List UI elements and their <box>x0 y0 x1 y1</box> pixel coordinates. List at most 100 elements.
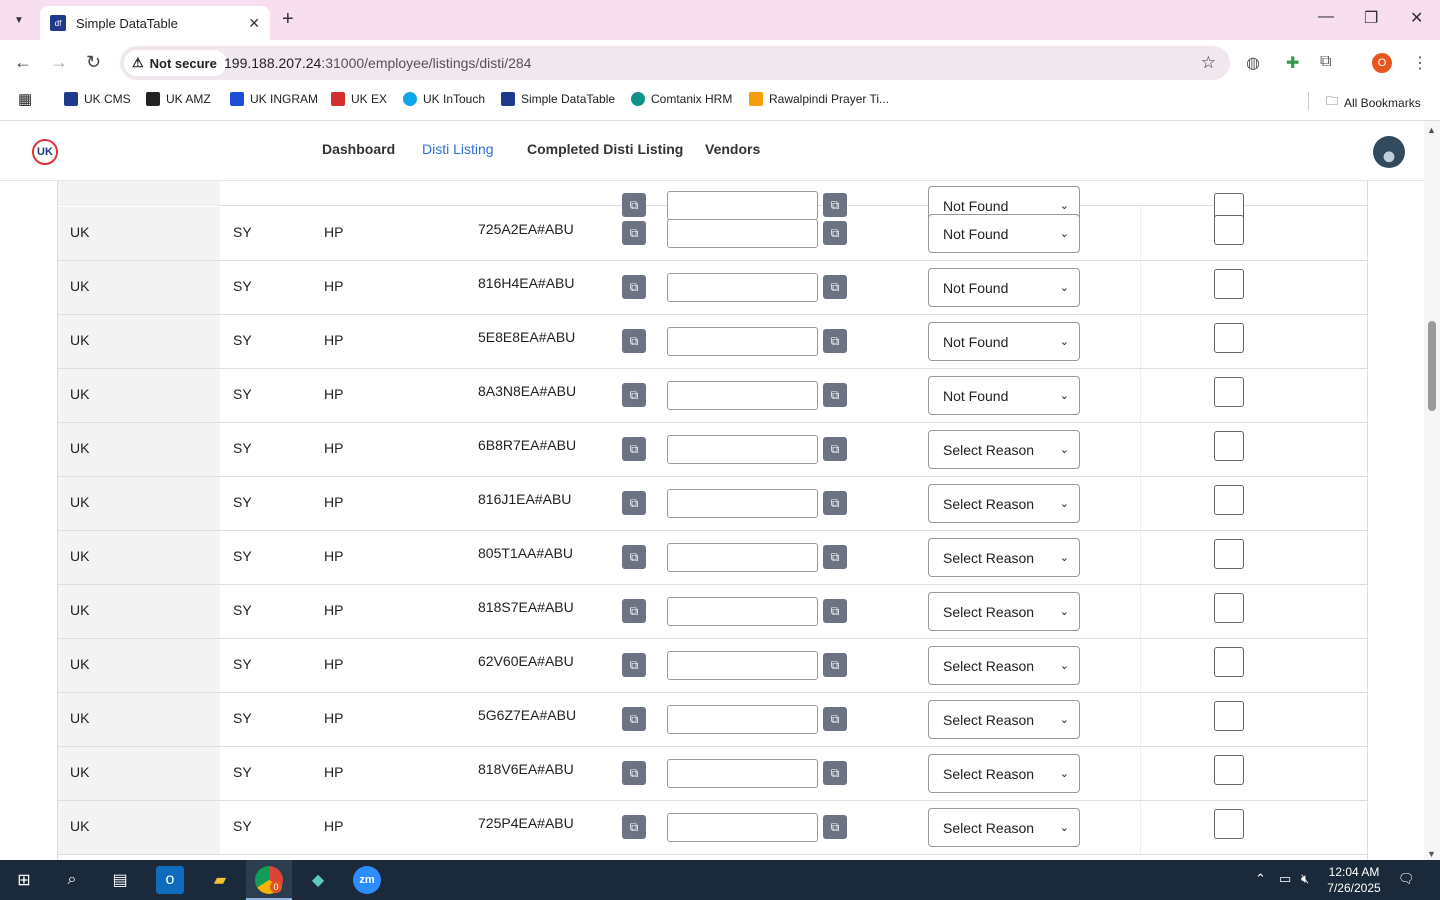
nav-completed-disti-listing[interactable]: Completed Disti Listing <box>527 141 683 157</box>
row-checkbox[interactable] <box>1214 215 1244 245</box>
url-text[interactable]: 199.188.207.24:31000/employee/listings/d… <box>224 55 531 71</box>
paste-icon[interactable]: ⧉ <box>823 491 847 515</box>
reason-select[interactable]: Select Reason ⌄ <box>928 646 1080 685</box>
zoom-icon[interactable]: zm <box>353 866 381 894</box>
listing-input[interactable] <box>667 651 818 680</box>
paste-icon[interactable]: ⧉ <box>823 437 847 461</box>
tray-chevron-up-icon[interactable]: ⌃ <box>1255 871 1266 887</box>
row-checkbox[interactable] <box>1214 269 1244 299</box>
bookmark-uk-ingram[interactable]: UK INGRAM <box>230 92 318 106</box>
row-checkbox[interactable] <box>1214 485 1244 515</box>
scroll-up-icon[interactable]: ▲ <box>1427 125 1436 135</box>
search-icon[interactable]: ⌕ <box>58 866 86 894</box>
security-chip[interactable]: ⚠ Not secure <box>124 50 227 76</box>
paste-icon[interactable]: ⧉ <box>823 653 847 677</box>
nav-disti-listing[interactable]: Disti Listing <box>422 141 494 157</box>
bookmark-star-icon[interactable]: ☆ <box>1201 53 1216 73</box>
row-checkbox[interactable] <box>1214 377 1244 407</box>
tab-search-chevron-icon[interactable]: ▼ <box>6 8 32 32</box>
copy-icon[interactable]: ⧉ <box>622 815 646 839</box>
new-tab-icon[interactable]: + <box>282 8 294 31</box>
nav-dashboard[interactable]: Dashboard <box>322 141 395 157</box>
paste-icon[interactable]: ⧉ <box>823 383 847 407</box>
file-explorer-icon[interactable]: ▰ <box>206 866 234 894</box>
listing-input[interactable] <box>667 327 818 356</box>
reason-select[interactable]: Select Reason ⌄ <box>928 592 1080 631</box>
paste-icon[interactable]: ⧉ <box>823 707 847 731</box>
listing-input[interactable] <box>667 705 818 734</box>
paste-icon[interactable]: ⧉ <box>823 275 847 299</box>
site-logo[interactable]: UK <box>32 139 58 165</box>
listing-input[interactable] <box>667 489 818 518</box>
notifications-icon[interactable]: 🗨︎ <box>1398 871 1415 887</box>
bookmark-uk-amz[interactable]: UK AMZ <box>146 92 211 106</box>
menu-kebab-icon[interactable]: ⋮ <box>1412 53 1428 73</box>
bookmark-comtanix-hrm[interactable]: Comtanix HRM <box>631 92 732 106</box>
copy-icon[interactable]: ⧉ <box>622 761 646 785</box>
row-checkbox[interactable] <box>1214 647 1244 677</box>
bookmark-uk-intouch[interactable]: UK InTouch <box>403 92 485 106</box>
row-checkbox[interactable] <box>1214 809 1244 839</box>
listing-input[interactable] <box>667 273 818 302</box>
minimize-icon[interactable]: — <box>1318 8 1334 26</box>
paste-icon[interactable]: ⧉ <box>823 221 847 245</box>
row-checkbox[interactable] <box>1214 593 1244 623</box>
page-scrollbar[interactable]: ▲ ▼ <box>1424 121 1440 860</box>
reload-icon[interactable]: ↻ <box>86 52 101 73</box>
extensions-puzzle-icon[interactable]: ⧉ <box>1320 53 1331 71</box>
restore-icon[interactable]: ❐ <box>1364 8 1378 28</box>
browser-tab[interactable]: df Simple DataTable ✕ <box>40 6 270 40</box>
system-clock[interactable]: 12:04 AM 7/26/2025 <box>1322 864 1386 896</box>
windows-start-icon[interactable]: ⊞ <box>10 866 38 894</box>
reason-select[interactable]: Not Found ⌄ <box>928 268 1080 307</box>
scrollbar-thumb[interactable] <box>1428 321 1436 411</box>
reason-select[interactable]: Not Found ⌄ <box>928 214 1080 253</box>
app-diamond-icon[interactable]: ◆ <box>304 866 332 894</box>
user-avatar[interactable] <box>1373 136 1405 168</box>
network-icon[interactable]: ▭ <box>1279 871 1291 887</box>
listing-input[interactable] <box>667 597 818 626</box>
reason-select[interactable]: Select Reason ⌄ <box>928 484 1080 523</box>
paste-icon[interactable]: ⧉ <box>823 545 847 569</box>
copy-icon[interactable]: ⧉ <box>622 653 646 677</box>
back-icon[interactable]: ← <box>14 52 32 73</box>
paste-icon[interactable]: ⧉ <box>823 599 847 623</box>
address-bar[interactable]: ⚠ Not secure 199.188.207.24:31000/employ… <box>120 46 1230 80</box>
listing-input[interactable] <box>667 813 818 842</box>
translate-icon[interactable]: ◍ <box>1246 53 1260 73</box>
row-checkbox[interactable] <box>1214 701 1244 731</box>
paste-icon[interactable]: ⧉ <box>823 761 847 785</box>
copy-icon[interactable]: ⧉ <box>622 545 646 569</box>
reason-select[interactable]: Not Found ⌄ <box>928 376 1080 415</box>
row-checkbox[interactable] <box>1214 539 1244 569</box>
volume-muted-icon[interactable]: 🔇︎ <box>1301 871 1309 887</box>
bookmark-uk-ex[interactable]: UK EX <box>331 92 387 106</box>
extension-plus-icon[interactable]: ✚ <box>1286 53 1299 73</box>
paste-icon[interactable]: ⧉ <box>823 815 847 839</box>
window-close-icon[interactable]: ✕ <box>1410 8 1423 28</box>
bookmark-uk-cms[interactable]: UK CMS <box>64 92 131 106</box>
reason-select[interactable]: Select Reason ⌄ <box>928 430 1080 469</box>
task-view-icon[interactable]: ▤ <box>106 866 134 894</box>
copy-icon[interactable]: ⧉ <box>622 383 646 407</box>
listing-input[interactable] <box>667 435 818 464</box>
row-checkbox[interactable] <box>1214 755 1244 785</box>
copy-icon[interactable]: ⧉ <box>622 491 646 515</box>
scroll-down-icon[interactable]: ▼ <box>1427 849 1436 859</box>
copy-icon[interactable]: ⧉ <box>622 437 646 461</box>
forward-icon[interactable]: → <box>50 52 68 73</box>
reason-select[interactable]: Select Reason ⌄ <box>928 754 1080 793</box>
reason-select[interactable]: Select Reason ⌄ <box>928 808 1080 847</box>
chrome-icon[interactable]: 0 <box>255 866 283 894</box>
tab-close-icon[interactable]: ✕ <box>248 15 260 32</box>
nav-vendors[interactable]: Vendors <box>705 141 760 157</box>
copy-icon[interactable]: ⧉ <box>622 707 646 731</box>
listing-input[interactable] <box>667 219 818 248</box>
all-bookmarks[interactable]: 🗀 All Bookmarks <box>1326 92 1421 113</box>
reason-select[interactable]: Select Reason ⌄ <box>928 538 1080 577</box>
copy-icon[interactable]: ⧉ <box>622 599 646 623</box>
paste-icon[interactable]: ⧉ <box>823 329 847 353</box>
outlook-icon[interactable]: o <box>156 866 184 894</box>
copy-icon[interactable]: ⧉ <box>622 329 646 353</box>
profile-avatar[interactable]: O <box>1372 53 1392 73</box>
